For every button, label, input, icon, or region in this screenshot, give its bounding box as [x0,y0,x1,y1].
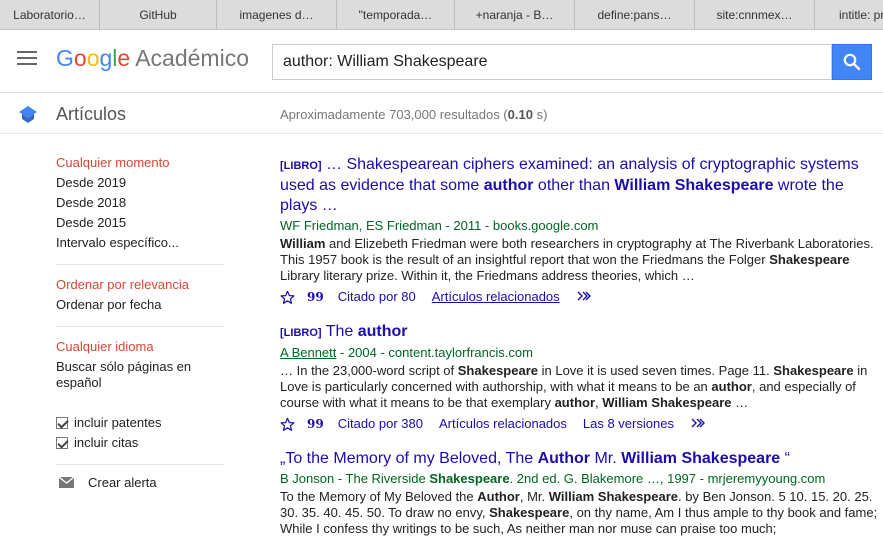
divider [56,326,224,327]
bookmark-item[interactable]: +naranja - B… [455,0,575,30]
all-versions-link[interactable]: Las 8 versiones [583,415,674,433]
section-title: Artículos [56,104,127,124]
filter-since-2019[interactable]: Desde 2019 [56,173,226,193]
menu-icon[interactable] [17,51,37,67]
star-icon[interactable] [280,290,295,305]
bookmark-item[interactable]: define:pans… [575,0,695,30]
divider [56,464,224,465]
search-result: [LIBRO] The author A Bennett - 2004 - con… [280,322,880,433]
sidebar: Cualquier momento Desde 2019 Desde 2018 … [56,134,226,490]
star-icon[interactable] [280,417,295,432]
include-citations-label: incluir citas [74,435,139,450]
sort-relevance[interactable]: Ordenar por relevancia [56,275,226,295]
result-snippet: William and Elizebeth Friedman were both… [280,236,874,283]
related-articles-link[interactable]: Artículos relacionados [432,288,560,306]
search-icon [843,53,861,71]
cited-by-link[interactable]: Citado por 380 [338,415,423,433]
results-count: Aproximadamente 703,000 resultados (0.10… [280,107,548,122]
related-articles-link[interactable]: Artículos relacionados [439,415,567,433]
filter-any-language[interactable]: Cualquier idioma [56,337,226,357]
result-meta: B Jonson - The Riverside Shakespeare. 2n… [280,471,826,486]
result-type-tag: [LIBRO] [280,160,322,172]
quote-icon[interactable]: 99 [307,290,324,304]
result-type-tag: [LIBRO] [280,327,322,339]
include-patents-row[interactable]: incluir patentes [56,413,226,433]
result-actions: 99 Citado por 80 Artículos relacionados [280,288,880,306]
result-meta: WF Friedman, ES Friedman - 2011 - books.… [280,218,599,233]
chevrons-icon[interactable] [576,288,592,306]
search-button[interactable] [832,44,872,80]
create-alert-label: Crear alerta [88,475,157,490]
logo-google: Google [56,45,131,71]
result-actions: 99 Citado por 380 Artículos relacionados La… [280,415,880,433]
result-meta: A Bennett - 2004 - content.taylorfrancis… [280,345,533,360]
include-patents-label: incluir patentes [74,415,162,430]
filter-since-2018[interactable]: Desde 2018 [56,193,226,213]
results-list: [LIBRO] … Shakespearean ciphers examined… [280,155,880,553]
envelope-icon [59,477,74,488]
bookmark-item[interactable]: imagenes d… [217,0,337,30]
checkbox-icon[interactable] [56,417,68,429]
bookmarks-bar: Laboratorio… GitHub imagenes d… "tempora… [0,0,883,30]
filter-spanish-only[interactable]: Buscar sólo páginas en español [56,359,226,391]
result-snippet: … In the 23,000-word script of Shakespea… [280,363,868,410]
bookmark-item[interactable]: intitle: pr… [815,0,883,30]
result-title[interactable]: „To the Memory of my Beloved, The Author… [280,449,880,469]
divider [56,264,224,265]
result-title[interactable]: [LIBRO] The author [280,322,880,343]
result-title[interactable]: [LIBRO] … Shakespearean ciphers examined… [280,155,880,216]
filter-custom-range[interactable]: Intervalo específico... [56,233,226,253]
scholar-cap-icon [19,106,37,123]
checkbox-icon[interactable] [56,437,68,449]
header: Google Académico [0,30,883,93]
cited-by-link[interactable]: Citado por 80 [338,288,416,306]
bookmark-item[interactable]: Laboratorio… [0,0,100,30]
subheader: Artículos Aproximadamente 703,000 result… [0,93,883,134]
search-box [272,44,833,80]
google-scholar-logo[interactable]: Google Académico [56,45,249,72]
logo-product: Académico [135,45,249,71]
bookmark-item[interactable]: site:cnnmex… [695,0,815,30]
filter-since-2015[interactable]: Desde 2015 [56,213,226,233]
include-citations-row[interactable]: incluir citas [56,433,226,453]
search-result: [LIBRO] … Shakespearean ciphers examined… [280,155,880,306]
bookmark-item[interactable]: GitHub [100,0,217,30]
chevrons-icon[interactable] [690,415,706,433]
search-result: „To the Memory of my Beloved, The Author… [280,449,880,537]
search-input[interactable] [273,45,833,79]
bookmark-item[interactable]: "temporada… [337,0,455,30]
filter-any-time[interactable]: Cualquier momento [56,153,226,173]
author-link[interactable]: A Bennett [280,345,336,360]
create-alert[interactable]: Crear alerta [56,475,226,490]
sort-date[interactable]: Ordenar por fecha [56,295,226,315]
quote-icon[interactable]: 99 [307,417,324,431]
